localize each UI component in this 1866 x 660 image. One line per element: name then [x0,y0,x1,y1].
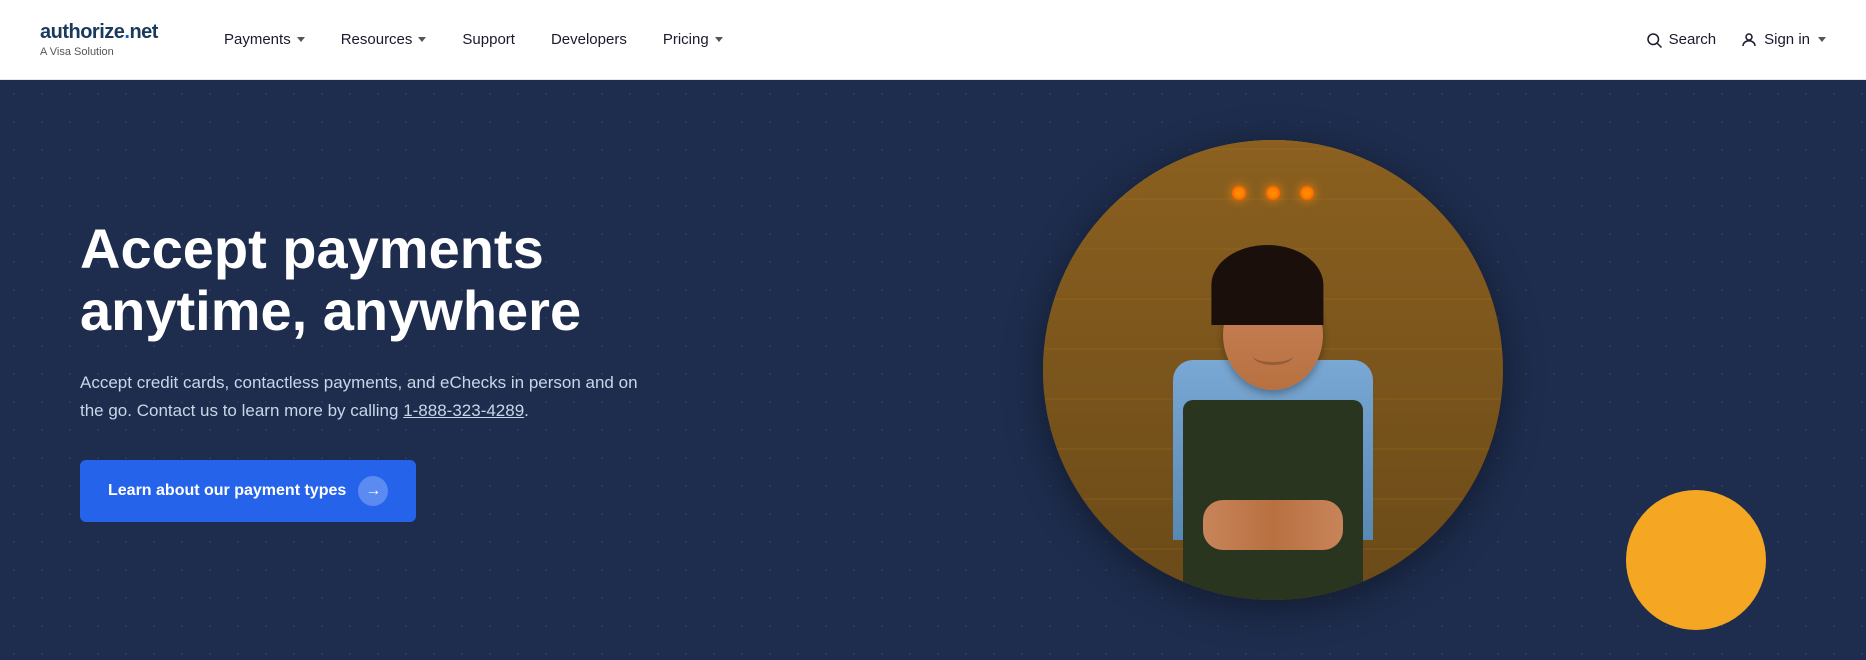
user-icon [1740,31,1758,49]
nav-item-support[interactable]: Support [448,23,529,56]
woman-hair [1211,245,1323,325]
signin-button[interactable]: Sign in [1740,31,1826,49]
nav-item-developers[interactable]: Developers [537,23,641,56]
bar-lights [1089,186,1457,200]
chevron-down-icon [297,37,305,42]
woman-smile [1253,347,1293,365]
hero-title: Accept payments anytime, anywhere [80,218,760,341]
nav-item-payments[interactable]: Payments [210,23,319,56]
nav-right: Search Sign in [1645,31,1826,49]
hero-image-area [760,140,1786,600]
chevron-down-icon [715,37,723,42]
hero-content: Accept payments anytime, anywhere Accept… [80,218,760,522]
search-button[interactable]: Search [1645,31,1717,49]
nav-item-pricing[interactable]: Pricing [649,23,737,56]
logo[interactable]: authorize.net A Visa Solution [40,21,160,58]
logo-tagline: A Visa Solution [40,46,160,58]
hero-cta-button[interactable]: Learn about our payment types → [80,460,416,522]
logo-text: authorize.net [40,21,160,44]
logo-brand-name: authorize [40,21,124,43]
hero-section: Accept payments anytime, anywhere Accept… [0,80,1866,660]
woman-hands [1203,500,1343,550]
hero-description: Accept credit cards, contactless payment… [80,369,640,423]
hero-phone-link[interactable]: 1-888-323-4289 [403,401,524,420]
navbar: authorize.net A Visa Solution Payments R… [0,0,1866,80]
chevron-down-icon [1818,37,1826,42]
chevron-down-icon [418,37,426,42]
nav-items: Payments Resources Support Developers Pr… [210,23,1645,56]
hero-image [1043,140,1503,600]
nav-item-resources[interactable]: Resources [327,23,441,56]
arrow-right-icon: → [358,476,388,506]
yellow-accent-circle [1626,490,1766,630]
search-icon [1645,31,1663,49]
